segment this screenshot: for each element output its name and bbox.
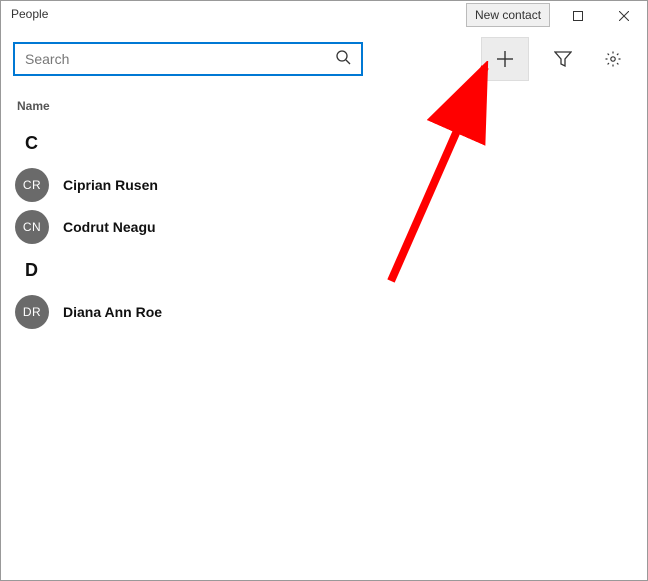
avatar: DR	[15, 295, 49, 329]
avatar: CN	[15, 210, 49, 244]
list-item[interactable]: CR Ciprian Rusen	[13, 164, 635, 206]
filter-button[interactable]	[547, 43, 579, 75]
search-box[interactable]	[13, 42, 363, 76]
toolbar	[1, 33, 647, 85]
maximize-icon	[573, 11, 583, 21]
group-letter[interactable]: D	[13, 248, 635, 291]
close-icon	[619, 11, 629, 21]
group-letter[interactable]: C	[13, 121, 635, 164]
contact-name: Diana Ann Roe	[63, 304, 162, 320]
titlebar: People	[1, 1, 647, 33]
plus-icon	[496, 50, 514, 68]
column-header-name: Name	[1, 85, 647, 121]
maximize-button[interactable]	[555, 1, 601, 31]
search-icon[interactable]	[335, 49, 351, 70]
search-input[interactable]	[25, 51, 335, 67]
list-item[interactable]: CN Codrut Neagu	[13, 206, 635, 248]
contact-name: Codrut Neagu	[63, 219, 156, 235]
close-button[interactable]	[601, 1, 647, 31]
list-item[interactable]: DR Diana Ann Roe	[13, 291, 635, 333]
app-title: People	[1, 1, 58, 27]
filter-icon	[554, 50, 572, 68]
new-contact-button[interactable]	[481, 37, 529, 81]
contacts-list: C CR Ciprian Rusen CN Codrut Neagu D DR …	[1, 121, 647, 333]
new-contact-tooltip: New contact	[466, 3, 550, 27]
toolbar-actions	[481, 37, 635, 81]
avatar: CR	[15, 168, 49, 202]
contact-name: Ciprian Rusen	[63, 177, 158, 193]
settings-button[interactable]	[597, 43, 629, 75]
gear-icon	[604, 50, 622, 68]
